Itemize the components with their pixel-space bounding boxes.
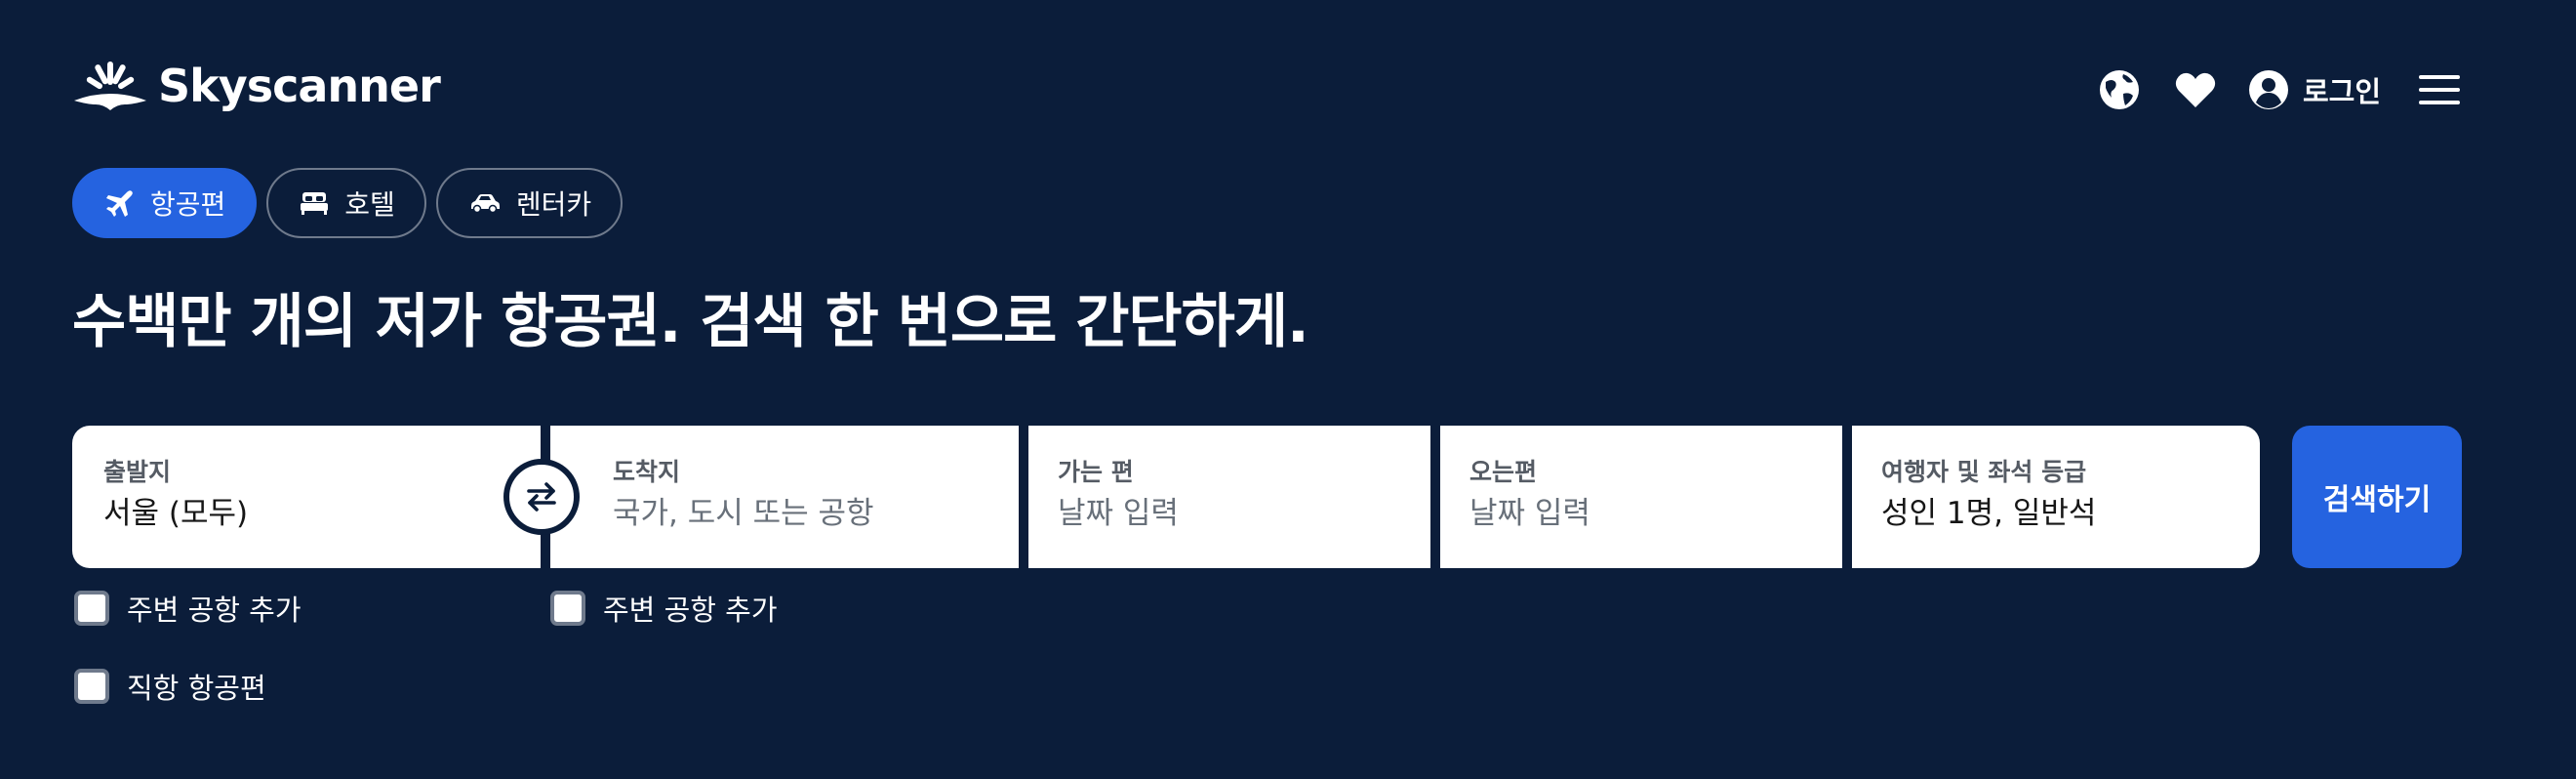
menu-button[interactable] (2416, 66, 2463, 113)
return-label: 오는편 (1469, 458, 1538, 486)
destination-field[interactable]: 도착지 국가, 도시 또는 공항 (550, 426, 1019, 568)
plane-icon (106, 190, 133, 217)
travellers-value: 성인 1명, 일반석 (1881, 496, 2097, 531)
destination-label: 도착지 (613, 458, 681, 486)
globe-button[interactable] (2096, 66, 2143, 113)
return-date-field[interactable]: 오는편 날짜 입력 (1440, 426, 1842, 568)
return-placeholder: 날짜 입력 (1469, 496, 1590, 531)
tab-flights-label: 항공편 (150, 188, 226, 221)
heart-icon (2175, 72, 2216, 107)
page-headline: 수백만 개의 저가 항공권. 검색 한 번으로 간단하게. (72, 288, 1309, 356)
destination-nearby-checkbox[interactable] (550, 591, 585, 626)
travellers-cabin-field[interactable]: 여행자 및 좌석 등급 성인 1명, 일반석 (1852, 426, 2260, 568)
depart-placeholder: 날짜 입력 (1058, 496, 1179, 531)
login-label: 로그인 (2302, 75, 2381, 108)
tab-car-hire-label: 렌터카 (515, 188, 592, 221)
favorites-button[interactable] (2172, 66, 2219, 113)
origin-nearby-airports-option[interactable]: 주변 공항 추가 (74, 588, 302, 629)
origin-label: 출발지 (103, 458, 172, 486)
sunrise-logo-icon (74, 62, 146, 110)
login-button[interactable]: 로그인 (2248, 69, 2381, 110)
destination-nearby-label: 주변 공항 추가 (603, 594, 778, 627)
car-icon (470, 194, 500, 214)
header-actions: 로그인 (2096, 61, 2463, 119)
globe-icon (2099, 70, 2139, 109)
search-button-label: 검색하기 (2322, 483, 2432, 517)
depart-date-field[interactable]: 가는 편 날짜 입력 (1028, 426, 1430, 568)
depart-label: 가는 편 (1058, 458, 1134, 486)
tab-flights[interactable]: 항공편 (72, 168, 258, 238)
tab-hotels[interactable]: 호텔 (266, 168, 426, 238)
origin-value: 서울 (모두) (103, 496, 249, 531)
direct-flights-option[interactable]: 직항 항공편 (74, 666, 266, 707)
swap-arrows-icon (527, 482, 556, 512)
top-header: Skyscanner 로그인 (72, 55, 2463, 113)
origin-nearby-label: 주변 공항 추가 (127, 594, 302, 627)
tab-car-hire[interactable]: 렌터카 (435, 168, 624, 238)
destination-nearby-airports-option[interactable]: 주변 공항 추가 (550, 588, 778, 629)
origin-field[interactable]: 출발지 서울 (모두) (72, 426, 541, 568)
flight-search-form: 출발지 서울 (모두) 도착지 국가, 도시 또는 공항 가는 편 날짜 입력 … (72, 426, 2262, 568)
user-icon (2248, 70, 2288, 109)
direct-flights-checkbox[interactable] (74, 669, 109, 704)
hamburger-menu-icon (2419, 75, 2460, 104)
product-tabs: 항공편 호텔 렌터카 (72, 168, 624, 238)
origin-nearby-checkbox[interactable] (74, 591, 109, 626)
logo-wordmark: Skyscanner (158, 60, 441, 112)
search-button[interactable]: 검색하기 (2292, 426, 2462, 568)
bed-icon (301, 192, 329, 215)
swap-locations-button[interactable] (503, 459, 580, 535)
tab-hotels-label: 호텔 (344, 188, 395, 221)
skyscanner-logo[interactable]: Skyscanner (72, 59, 441, 113)
travellers-label: 여행자 및 좌석 등급 (1881, 458, 2087, 486)
direct-flights-label: 직항 항공편 (127, 672, 266, 705)
destination-placeholder: 국가, 도시 또는 공항 (613, 496, 874, 531)
